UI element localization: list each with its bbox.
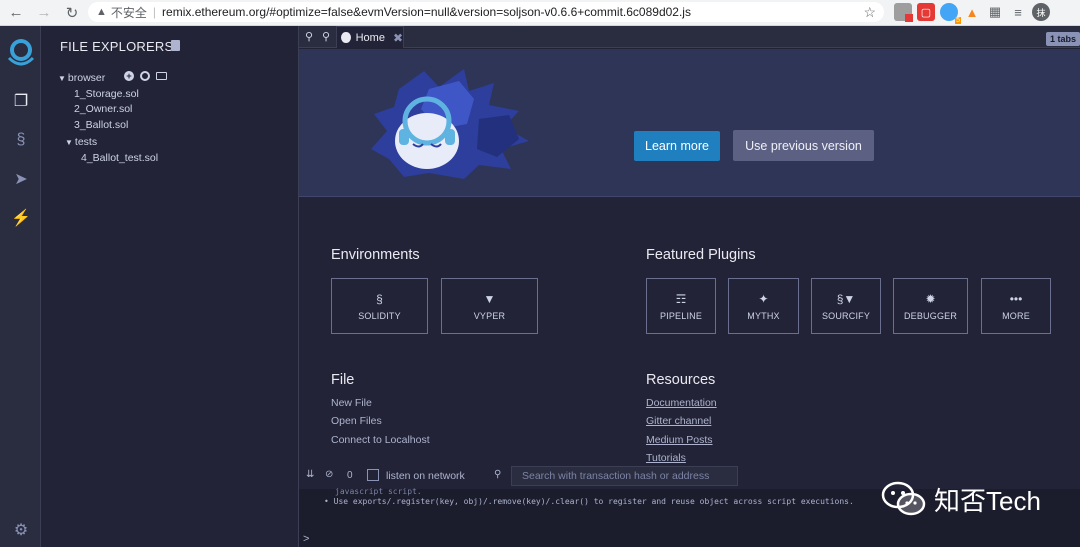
zoom-in-icon[interactable]: ⚲ bbox=[319, 29, 333, 43]
icon-panel: ❐ § ➤ ⚡ ⚙ bbox=[0, 26, 41, 547]
warning-triangle-icon: ▲ bbox=[96, 6, 107, 18]
pending-tx-count: 0 bbox=[347, 470, 353, 481]
hero-banner: Learn more Use previous version bbox=[299, 49, 1080, 197]
sourcify-icon: §▼ bbox=[836, 292, 856, 306]
forward-arrow-icon[interactable]: → bbox=[32, 2, 56, 24]
listen-network-checkbox[interactable] bbox=[367, 469, 379, 481]
bug-icon: ✹ bbox=[925, 292, 936, 306]
open-files-link[interactable]: Open Files bbox=[331, 415, 382, 427]
extension-icon-2[interactable]: ▢ bbox=[917, 3, 935, 21]
back-arrow-icon[interactable]: ← bbox=[4, 2, 28, 24]
env-card-solidity[interactable]: § SOLIDITY bbox=[331, 278, 428, 334]
tree-file[interactable]: 4_Ballot_test.sol bbox=[58, 151, 158, 167]
browser-toolbar: ← → ↻ ▲ 不安全 | remix.ethereum.org/#optimi… bbox=[0, 0, 1080, 26]
transaction-search-input[interactable] bbox=[511, 466, 738, 486]
terminal-prompt[interactable]: > bbox=[303, 533, 309, 545]
plugin-card-mythx[interactable]: ✦ MYTHX bbox=[728, 278, 799, 334]
metamask-fox-icon[interactable]: ▲ bbox=[963, 3, 981, 21]
environments-title: Environments bbox=[331, 247, 420, 263]
tab-home-label: Home bbox=[355, 31, 385, 44]
tree-file[interactable]: 3_Ballot.sol bbox=[58, 118, 158, 134]
caret-down-icon: ▼ bbox=[58, 74, 66, 83]
caret-down-icon: ▼ bbox=[65, 138, 73, 147]
deploy-run-icon[interactable]: ➤ bbox=[10, 168, 32, 190]
file-section-title: File bbox=[331, 372, 355, 388]
documentation-link[interactable]: Documentation bbox=[646, 397, 717, 409]
more-icon: ••• bbox=[1009, 292, 1023, 306]
gitter-channel-link[interactable]: Gitter channel bbox=[646, 415, 711, 427]
wechat-icon bbox=[881, 481, 926, 516]
extension-icon-1[interactable] bbox=[894, 3, 913, 22]
featured-plugins-title: Featured Plugins bbox=[646, 247, 756, 263]
resources-title: Resources bbox=[646, 372, 716, 388]
file-explorer-icon[interactable]: ❐ bbox=[10, 90, 32, 112]
add-file-icon[interactable]: + bbox=[124, 71, 134, 81]
tree-folder-tests[interactable]: ▼ tests bbox=[58, 135, 158, 151]
close-icon[interactable]: ✖ bbox=[393, 31, 403, 45]
settings-gear-icon[interactable]: ⚙ bbox=[10, 519, 32, 541]
tree-file[interactable]: 2_Owner.sol bbox=[58, 102, 158, 118]
tree-file[interactable]: 1_Storage.sol bbox=[58, 87, 158, 103]
main-panel: ⚲ ⚲ Home ✖ 1 tabs Learn more Use previou… bbox=[299, 26, 1080, 547]
pipeline-icon: ☶ bbox=[675, 292, 687, 306]
plugin-card-sourcify[interactable]: §▼ SOURCIFY bbox=[811, 278, 881, 334]
tab-home[interactable]: Home ✖ bbox=[336, 26, 404, 48]
panel-title: FILE EXPLORERS bbox=[60, 39, 174, 54]
open-folder-icon[interactable] bbox=[156, 72, 167, 80]
mythx-icon: ✦ bbox=[758, 292, 769, 306]
address-separator: | bbox=[152, 5, 157, 19]
solidity-compiler-icon[interactable]: § bbox=[10, 129, 32, 151]
env-card-vyper[interactable]: ▼ VYPER bbox=[441, 278, 538, 334]
extensions-area: ▢ 5 ▲ ▦ ≡ 抹 bbox=[894, 3, 1050, 24]
terminal-line: javascript script. bbox=[335, 487, 422, 496]
zoom-out-icon[interactable]: ⚲ bbox=[302, 29, 316, 43]
remix-mascot-image bbox=[371, 69, 529, 179]
vyper-icon: ▼ bbox=[483, 292, 496, 306]
collapse-terminal-icon[interactable]: ⇊ bbox=[306, 469, 314, 480]
tab-bar: ⚲ ⚲ Home ✖ 1 tabs bbox=[299, 26, 1080, 48]
home-remix-icon bbox=[341, 32, 351, 43]
plugin-card-debugger[interactable]: ✹ DEBUGGER bbox=[893, 278, 968, 334]
clear-console-icon[interactable]: ⊘ bbox=[325, 469, 333, 480]
watermark-text: 知否Tech bbox=[934, 485, 1041, 516]
plugin-card-pipeline[interactable]: ☶ PIPELINE bbox=[646, 278, 716, 334]
profile-avatar[interactable]: 抹 bbox=[1032, 3, 1050, 21]
extension-icon-3[interactable]: 5 bbox=[940, 3, 961, 24]
terminal-line: • Use exports/.register(key, obj)/.remov… bbox=[324, 497, 854, 506]
file-tree: ▼ browser 1_Storage.sol 2_Owner.sol 3_Bal… bbox=[58, 71, 158, 166]
connect-localhost-link[interactable]: Connect to Localhost bbox=[331, 434, 430, 446]
search-icon: ⚲ bbox=[494, 469, 502, 480]
url-text: remix.ethereum.org/#optimize=false&evmVe… bbox=[162, 5, 691, 19]
plugin-manager-icon[interactable]: ⚡ bbox=[10, 207, 32, 229]
github-icon[interactable] bbox=[140, 71, 150, 81]
medium-posts-link[interactable]: Medium Posts bbox=[646, 434, 713, 446]
solidity-icon: § bbox=[376, 292, 383, 306]
tree-toolbar: + bbox=[124, 71, 167, 81]
use-previous-version-button[interactable]: Use previous version bbox=[733, 130, 874, 161]
new-file-link[interactable]: New File bbox=[331, 397, 372, 409]
puzzle-extensions-icon[interactable]: ▦ bbox=[986, 3, 1004, 21]
not-secure-label: 不安全 bbox=[110, 5, 147, 20]
reload-icon[interactable]: ↻ bbox=[60, 2, 84, 24]
remix-logo-icon[interactable] bbox=[5, 36, 37, 68]
tab-count-badge[interactable]: 1 tabs bbox=[1045, 32, 1080, 46]
file-explorer-panel: FILE EXPLORERS ▼ browser 1_Storage.sol 2_… bbox=[41, 26, 299, 547]
tutorials-link[interactable]: Tutorials bbox=[646, 452, 686, 464]
listen-network-label: listen on network bbox=[386, 470, 465, 482]
watermark: 知否Tech bbox=[880, 480, 1041, 518]
docs-book-icon[interactable] bbox=[171, 40, 180, 51]
plugin-card-more[interactable]: ••• MORE bbox=[981, 278, 1051, 334]
address-bar[interactable]: ▲ 不安全 | remix.ethereum.org/#optimize=fal… bbox=[88, 2, 884, 22]
reading-list-icon[interactable]: ≡ bbox=[1009, 3, 1027, 21]
bookmark-star-icon[interactable]: ☆ bbox=[863, 4, 876, 21]
learn-more-button[interactable]: Learn more bbox=[634, 131, 720, 161]
